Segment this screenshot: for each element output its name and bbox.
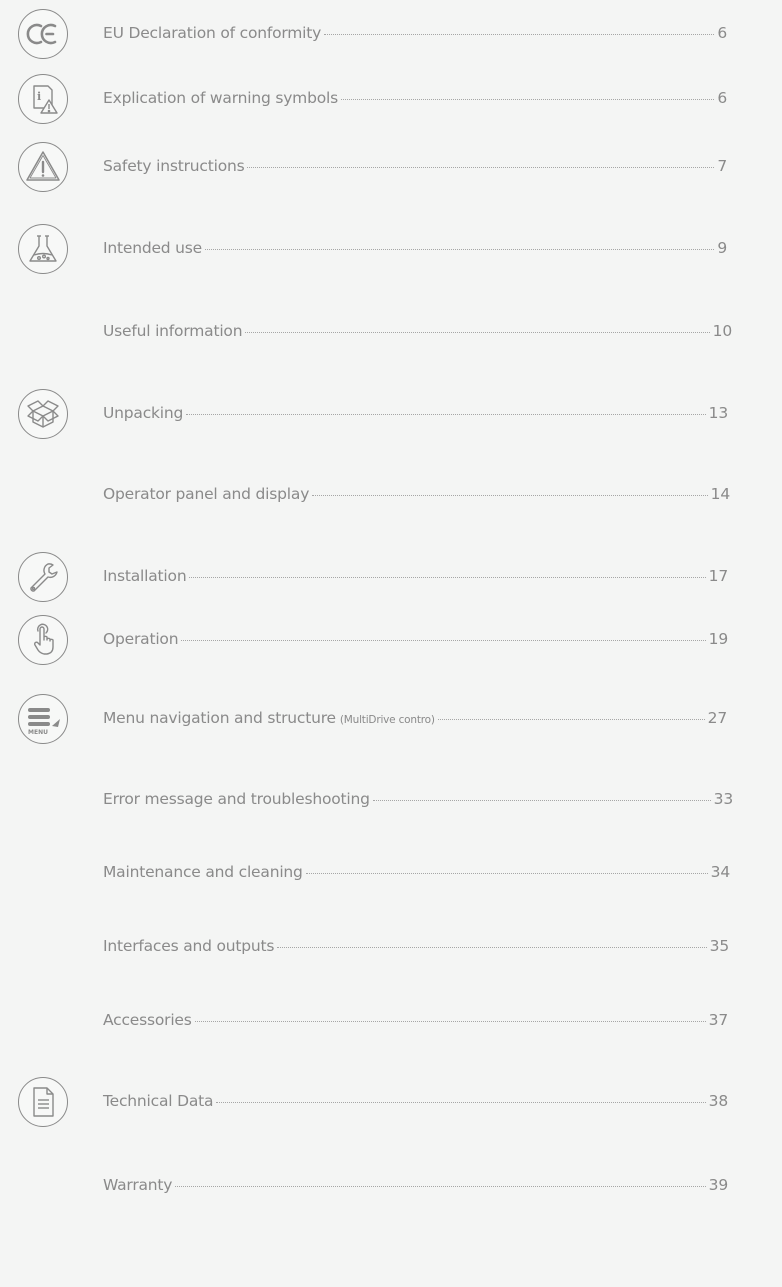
dot-leader: [437, 719, 705, 720]
toc-page-number: 19: [708, 630, 729, 648]
toc-entry[interactable]: Accessories 37: [0, 991, 782, 1051]
toc-page-number: 33: [713, 790, 734, 808]
toc-title: Technical Data: [103, 1092, 214, 1110]
hand-pointer-icon: [18, 615, 68, 665]
toc-page-number: 37: [708, 1011, 729, 1029]
toc-page-number: 13: [708, 404, 729, 422]
toc-page-number: 6: [717, 24, 727, 42]
dot-leader: [340, 99, 715, 100]
toc-entry[interactable]: MENU Menu navigation and structure (Mult…: [0, 689, 782, 749]
toc-entry[interactable]: Maintenance and cleaning 34: [0, 843, 782, 903]
dot-leader: [194, 1021, 706, 1022]
toc-subtitle: (MultiDrive contro): [339, 714, 435, 726]
dot-leader: [181, 640, 706, 641]
toc-page-number: 34: [710, 863, 731, 881]
toc-entry[interactable]: Technical Data 38: [0, 1072, 782, 1132]
ce-mark-icon: [18, 9, 68, 59]
toc-entry[interactable]: Error message and troubleshooting 33: [0, 770, 782, 830]
toc-page: { "toc": [ {"title": "EU Declaration of …: [0, 0, 782, 1287]
svg-text:i: i: [37, 90, 41, 103]
toc-entry[interactable]: i Explication of warning symbols 6: [0, 69, 782, 129]
toc-title: Maintenance and cleaning: [103, 863, 303, 881]
toc-title: Accessories: [103, 1011, 192, 1029]
toc-entry[interactable]: Interfaces and outputs 35: [0, 917, 782, 977]
dot-leader: [186, 414, 706, 415]
warning-triangle-icon: [18, 142, 68, 192]
toc-title: Operator panel and display: [103, 485, 310, 503]
toc-page-number: 35: [709, 937, 730, 955]
dot-leader: [175, 1186, 706, 1187]
info-warning-icon: i: [18, 74, 68, 124]
dot-leader: [205, 249, 715, 250]
toc-title: Error message and troubleshooting: [103, 790, 370, 808]
toc-title: Intended use: [103, 239, 203, 257]
toc-page-number: 14: [710, 485, 731, 503]
toc-page-number: 9: [717, 239, 727, 257]
dot-leader: [245, 332, 710, 333]
flask-icon: [18, 224, 68, 274]
toc-title: Menu navigation and structure: [103, 709, 336, 727]
dot-leader: [216, 1102, 706, 1103]
toc-entry[interactable]: Operation 19: [0, 610, 782, 670]
dot-leader: [189, 577, 706, 578]
dot-leader: [372, 800, 711, 801]
toc-title: Safety instructions: [103, 157, 245, 175]
toc-page-number: 38: [708, 1092, 729, 1110]
dot-leader: [324, 34, 715, 35]
menu-icon-label: MENU: [28, 729, 48, 736]
toc-title: Unpacking: [103, 404, 184, 422]
toc-entry[interactable]: Operator panel and display 14: [0, 465, 782, 525]
wrench-icon: [18, 552, 68, 602]
toc-entry[interactable]: Useful information 10: [0, 302, 782, 362]
toc-title: Warranty: [103, 1176, 173, 1194]
toc-title: Operation: [103, 630, 179, 648]
toc-page-number: 39: [708, 1176, 729, 1194]
box-icon: [18, 389, 68, 439]
dot-leader: [277, 947, 707, 948]
toc-entry[interactable]: Installation 17: [0, 547, 782, 607]
dot-leader: [312, 495, 708, 496]
dot-leader: [305, 873, 708, 874]
toc-title: Explication of warning symbols: [103, 89, 338, 107]
toc-entry[interactable]: Unpacking 13: [0, 384, 782, 444]
toc-entry[interactable]: Intended use 9: [0, 219, 782, 279]
toc-page-number: 6: [717, 89, 727, 107]
toc-page-number: 7: [717, 157, 727, 175]
toc-entry[interactable]: Safety instructions 7: [0, 137, 782, 197]
toc-title: Installation: [103, 567, 187, 585]
toc-page-number: 17: [708, 567, 729, 585]
menu-icon: MENU: [18, 694, 68, 744]
toc-page-number: 27: [707, 709, 728, 727]
toc-page-number: 10: [712, 322, 733, 340]
dot-leader: [247, 167, 715, 168]
toc-title: Interfaces and outputs: [103, 937, 275, 955]
toc-title: Useful information: [103, 322, 243, 340]
toc-title: EU Declaration of conformity: [103, 24, 322, 42]
toc-entry[interactable]: EU Declaration of conformity 6: [0, 4, 782, 64]
document-icon: [18, 1077, 68, 1127]
toc-entry[interactable]: Warranty 39: [0, 1156, 782, 1216]
